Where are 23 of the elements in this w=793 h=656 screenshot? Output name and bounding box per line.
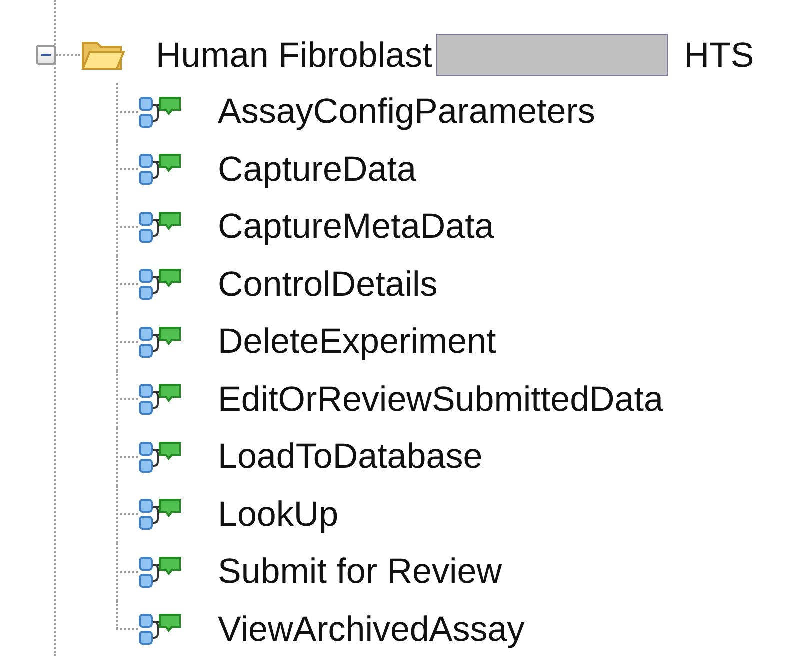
collapse-toggle[interactable] bbox=[36, 45, 56, 65]
workflow-icon bbox=[138, 554, 184, 589]
workflow-icon bbox=[138, 497, 184, 532]
tree-item-label[interactable]: ViewArchivedAssay bbox=[218, 612, 525, 647]
workflow-icon bbox=[138, 382, 184, 416]
tree-item-label[interactable]: CaptureData bbox=[218, 152, 416, 187]
workflow-icon bbox=[138, 94, 184, 129]
workflow-icon bbox=[138, 612, 184, 646]
tree-item-label[interactable]: Submit for Review bbox=[218, 554, 502, 590]
tree-item-label[interactable]: EditOrReviewSubmittedData bbox=[218, 382, 664, 417]
folder-label-suffix[interactable]: HTS bbox=[684, 38, 754, 72]
workflow-icon bbox=[138, 440, 184, 474]
tree-item-label[interactable]: CaptureMetaData bbox=[218, 209, 494, 244]
workflow-icon bbox=[138, 152, 184, 186]
workflow-icon bbox=[138, 267, 184, 302]
workflow-icon bbox=[138, 324, 184, 359]
tree-item-label[interactable]: LoadToDatabase bbox=[218, 439, 483, 474]
folder-label[interactable]: Human Fibroblast bbox=[156, 38, 432, 72]
tree-item-label[interactable]: AssayConfigParameters bbox=[218, 94, 596, 130]
tree-item-label[interactable]: LookUp bbox=[218, 496, 339, 532]
tree-item-label[interactable]: ControlDetails bbox=[218, 266, 438, 302]
workflow-icon bbox=[138, 210, 184, 244]
tree-item-label[interactable]: DeleteExperiment bbox=[218, 324, 496, 360]
